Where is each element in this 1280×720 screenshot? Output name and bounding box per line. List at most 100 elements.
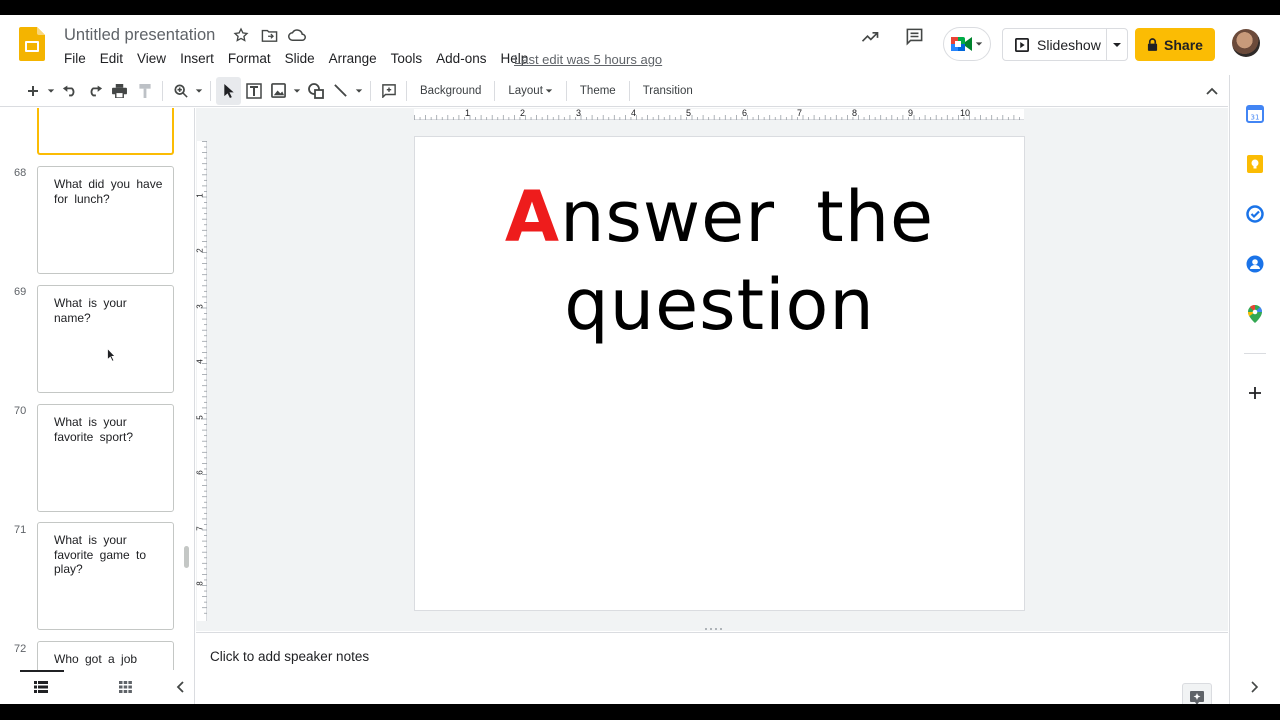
chevron-down-icon (545, 88, 553, 93)
redo-icon[interactable] (82, 77, 107, 105)
text-box-icon[interactable] (241, 77, 266, 105)
slide-number: 72 (14, 643, 27, 655)
menu-format[interactable]: Format (221, 51, 278, 66)
title-line-2: question (564, 264, 875, 346)
speaker-notes-placeholder[interactable]: Click to add speaker notes (210, 649, 369, 664)
last-edit-link[interactable]: Last edit was 5 hours ago (514, 52, 662, 67)
explore-button[interactable] (1182, 683, 1212, 704)
ruler-label: 7 (195, 526, 205, 531)
cloud-saved-icon[interactable] (288, 26, 306, 44)
add-comment-icon[interactable] (376, 77, 401, 105)
calendar-icon[interactable]: 31 (1245, 104, 1265, 124)
slideshow-label: Slideshow (1037, 36, 1101, 53)
paint-format-icon[interactable] (132, 77, 157, 105)
meet-icon (951, 37, 972, 51)
account-avatar[interactable] (1232, 29, 1260, 57)
ruler-label: 2 (520, 108, 526, 118)
slide-thumbnail[interactable]: What did you have for lunch? (37, 166, 174, 274)
tasks-icon[interactable] (1245, 204, 1265, 224)
speaker-notes-panel[interactable]: Click to add speaker notes (196, 628, 1228, 704)
share-label: Share (1164, 36, 1203, 53)
transition-button[interactable]: Transition (635, 77, 701, 105)
grid-view-icon[interactable] (119, 680, 132, 698)
layout-label: Layout (508, 84, 543, 97)
background-button[interactable]: Background (412, 77, 489, 105)
ruler-label: 3 (195, 304, 205, 309)
ruler-label: 6 (742, 108, 748, 118)
activity-dashboard-icon[interactable] (860, 27, 880, 52)
menu-arrange[interactable]: Arrange (322, 51, 384, 66)
filmstrip-scrollbar[interactable] (184, 546, 189, 568)
chevron-down-icon (975, 42, 983, 46)
slide-thumbnail[interactable]: What is your favorite game to play? (37, 522, 174, 630)
menu-view[interactable]: View (130, 51, 173, 66)
zoom-icon[interactable] (168, 77, 193, 105)
keep-icon[interactable] (1245, 154, 1265, 174)
meet-button[interactable] (943, 27, 991, 61)
chevron-down-icon[interactable] (291, 77, 303, 105)
slide-canvas: 1 2 3 4 5 6 7 8 9 10 1 2 3 4 5 6 7 8 Ans… (196, 108, 1228, 631)
insert-image-icon[interactable] (266, 77, 291, 105)
play-slideshow-icon (1015, 37, 1029, 52)
ruler-label: 6 (195, 470, 205, 475)
ruler-label: 1 (195, 193, 205, 198)
ruler-label: 4 (631, 108, 637, 118)
ruler-label: 2 (195, 248, 205, 253)
comments-icon[interactable] (905, 27, 924, 51)
slide-thumbnail[interactable]: What is your favorite sport? (37, 404, 174, 512)
move-folder-icon[interactable] (260, 26, 278, 44)
shape-icon[interactable] (303, 77, 328, 105)
mouse-cursor-icon (107, 348, 116, 362)
filmstrip-footer (0, 670, 195, 704)
menu-tools[interactable]: Tools (384, 51, 430, 66)
slide-title-text[interactable]: Answer the question (415, 173, 1024, 349)
slide-thumbnail[interactable]: What is your name? (37, 285, 174, 393)
undo-icon[interactable] (57, 77, 82, 105)
ruler-label: 4 (195, 359, 205, 364)
filmstrip-view-icon[interactable] (34, 680, 48, 698)
lock-icon (1147, 38, 1158, 51)
toolbar: Background Layout Theme Transition (0, 75, 1228, 107)
add-icon[interactable] (1245, 383, 1265, 403)
menu-slide[interactable]: Slide (278, 51, 322, 66)
ruler-label: 8 (852, 108, 858, 118)
horizontal-ruler[interactable]: 1 2 3 4 5 6 7 8 9 10 (414, 108, 1024, 120)
layout-button[interactable]: Layout (500, 77, 561, 105)
new-slide-icon[interactable] (20, 77, 45, 105)
filmstrip: 68 What did you have for lunch? 69 What … (0, 108, 195, 670)
vertical-ruler[interactable]: 1 2 3 4 5 6 7 8 (195, 141, 207, 621)
slide-thumbnail-selected[interactable] (37, 108, 174, 155)
collapse-toolbar-icon[interactable] (1199, 77, 1224, 105)
expand-panel-icon[interactable] (1245, 677, 1265, 697)
contacts-icon[interactable] (1245, 254, 1265, 274)
chevron-down-icon (1113, 42, 1122, 47)
menu-file[interactable]: File (57, 51, 93, 66)
menu-insert[interactable]: Insert (173, 51, 221, 66)
svg-text:31: 31 (1251, 114, 1260, 122)
document-title[interactable]: Untitled presentation (64, 26, 215, 45)
notes-resize-handle-icon[interactable] (703, 627, 723, 631)
theme-button[interactable]: Theme (572, 77, 624, 105)
star-icon[interactable] (232, 26, 250, 44)
chevron-down-icon[interactable] (353, 77, 365, 105)
collapse-filmstrip-icon[interactable] (176, 680, 184, 698)
slide-thumbnail-text: What is your favorite game to play? (54, 533, 147, 576)
ruler-label: 5 (195, 415, 205, 420)
slide-thumbnail[interactable]: Who got a job (37, 641, 174, 670)
select-cursor-icon[interactable] (216, 76, 241, 105)
chevron-down-icon[interactable] (193, 77, 205, 105)
slideshow-options-button[interactable] (1107, 40, 1127, 50)
chevron-down-icon[interactable] (45, 77, 57, 105)
slideshow-button[interactable]: Slideshow (1002, 28, 1128, 61)
menu-edit[interactable]: Edit (93, 51, 130, 66)
menu-addons[interactable]: Add-ons (429, 51, 493, 66)
maps-icon[interactable] (1245, 304, 1265, 324)
print-icon[interactable] (107, 77, 132, 105)
share-button[interactable]: Share (1135, 28, 1215, 61)
current-slide[interactable]: Answer the question (414, 136, 1025, 611)
line-icon[interactable] (328, 77, 353, 105)
title-line-1: nswer the (560, 176, 935, 258)
slide-thumbnail-text: What did you have for lunch? (54, 177, 163, 206)
slides-logo-icon[interactable] (19, 27, 45, 61)
ruler-label: 7 (797, 108, 803, 118)
